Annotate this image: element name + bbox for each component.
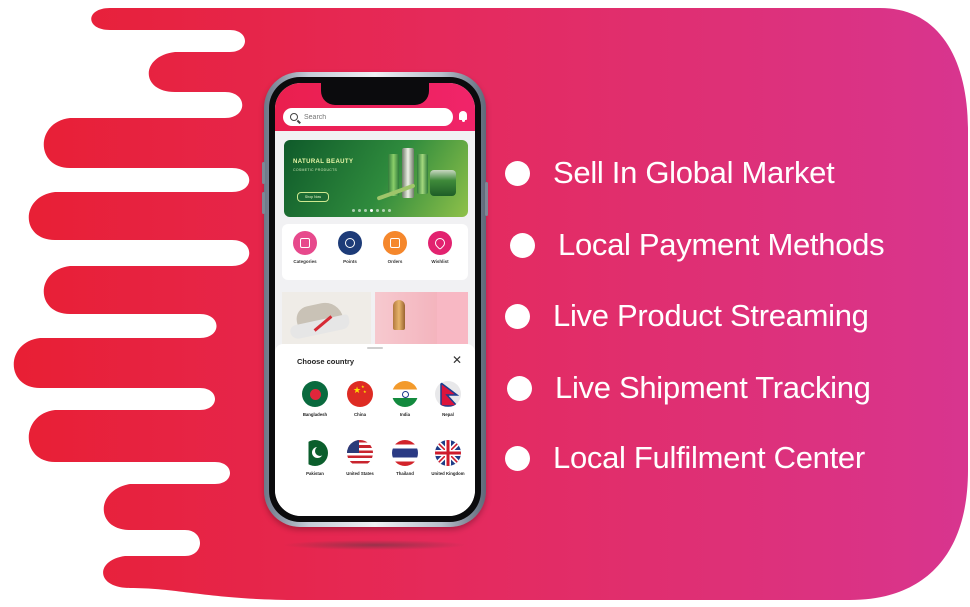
quick-action-label: Points: [343, 259, 357, 264]
nepal-flag-icon: [435, 381, 461, 407]
country-name: China: [354, 412, 366, 417]
nepal-flag-shape: [440, 381, 460, 407]
thailand-flag-icon: [392, 440, 418, 466]
country-name: India: [399, 412, 411, 417]
country-option-united-states[interactable]: United States: [337, 440, 383, 476]
bell-icon[interactable]: [459, 111, 467, 122]
country-option-bangladesh[interactable]: Bangladesh: [292, 381, 338, 417]
volume-button: [262, 192, 265, 214]
banner-button[interactable]: Shop Now: [297, 192, 329, 202]
country-name: Pakistan: [306, 471, 324, 476]
country-name: Nepal: [442, 412, 454, 417]
search-bar[interactable]: [283, 108, 453, 126]
app-screen: NATURAL BEAUTY COSMETIC PRODUCTS Shop No…: [275, 83, 475, 516]
country-name: United Kingdom: [431, 471, 465, 476]
quick-action-points[interactable]: Points: [328, 231, 372, 264]
country-name: Bangladesh: [302, 412, 328, 417]
product-card-shoe[interactable]: [282, 292, 371, 347]
country-option-india[interactable]: India: [382, 381, 428, 417]
bag-icon: [383, 231, 407, 255]
pink-backdrop: [437, 292, 468, 347]
heart-icon: [428, 231, 452, 255]
banner-title: NATURAL BEAUTY: [293, 159, 354, 165]
quick-action-wishlist[interactable]: Wishlist: [418, 231, 462, 264]
banner-subtitle: COSMETIC PRODUCTS: [293, 168, 338, 172]
sheet-title: Choose country: [297, 357, 355, 366]
country-option-nepal[interactable]: Nepal: [425, 381, 471, 417]
phone-shadow: [282, 540, 468, 550]
volume-button: [262, 162, 265, 184]
power-button: [485, 182, 488, 216]
sheet-handle[interactable]: [367, 347, 383, 349]
search-input[interactable]: [304, 113, 444, 121]
country-name: United States: [346, 471, 374, 476]
choose-country-sheet: Choose country ✕ Bangladesh ★ ★ ★ China: [275, 344, 475, 516]
bangladesh-flag-icon: [302, 381, 328, 407]
quick-action-label: Wishlist: [431, 259, 449, 264]
phone-notch: [321, 83, 429, 105]
product-bottle-image: [417, 154, 428, 194]
phone-bezel: NATURAL BEAUTY COSMETIC PRODUCTS Shop No…: [269, 77, 481, 522]
coin-icon: [338, 231, 362, 255]
china-flag-icon: ★ ★ ★: [347, 381, 373, 407]
united-states-flag-icon: [347, 440, 373, 466]
product-jar-image: [430, 170, 456, 196]
india-flag-icon: [392, 381, 418, 407]
united-kingdom-flag-icon: [435, 440, 461, 466]
quick-action-orders[interactable]: Orders: [373, 231, 417, 264]
promo-banner[interactable]: NATURAL BEAUTY COSMETIC PRODUCTS Shop No…: [284, 140, 468, 217]
quick-action-categories[interactable]: Categories: [283, 231, 327, 264]
carousel-dots: [352, 209, 391, 212]
product-card-cosmetic[interactable]: [375, 292, 468, 347]
country-option-thailand[interactable]: Thailand: [382, 440, 428, 476]
phone-mockup: NATURAL BEAUTY COSMETIC PRODUCTS Shop No…: [262, 72, 488, 527]
close-icon[interactable]: ✕: [451, 354, 463, 366]
country-name: Thailand: [396, 471, 414, 476]
search-icon: [290, 113, 298, 121]
cosmetic-bottle-image: [393, 300, 405, 330]
country-option-pakistan[interactable]: Pakistan: [292, 440, 338, 476]
quick-action-label: Categories: [293, 259, 317, 264]
quick-action-label: Orders: [387, 259, 403, 264]
country-option-united-kingdom[interactable]: United Kingdom: [425, 440, 471, 476]
pakistan-flag-icon: [302, 440, 328, 466]
united-kingdom-flag-shape: [435, 440, 461, 466]
list-icon: [293, 231, 317, 255]
country-option-china[interactable]: ★ ★ ★ China: [337, 381, 383, 417]
quick-actions: Categories Points Orders Wishlist: [282, 224, 468, 280]
